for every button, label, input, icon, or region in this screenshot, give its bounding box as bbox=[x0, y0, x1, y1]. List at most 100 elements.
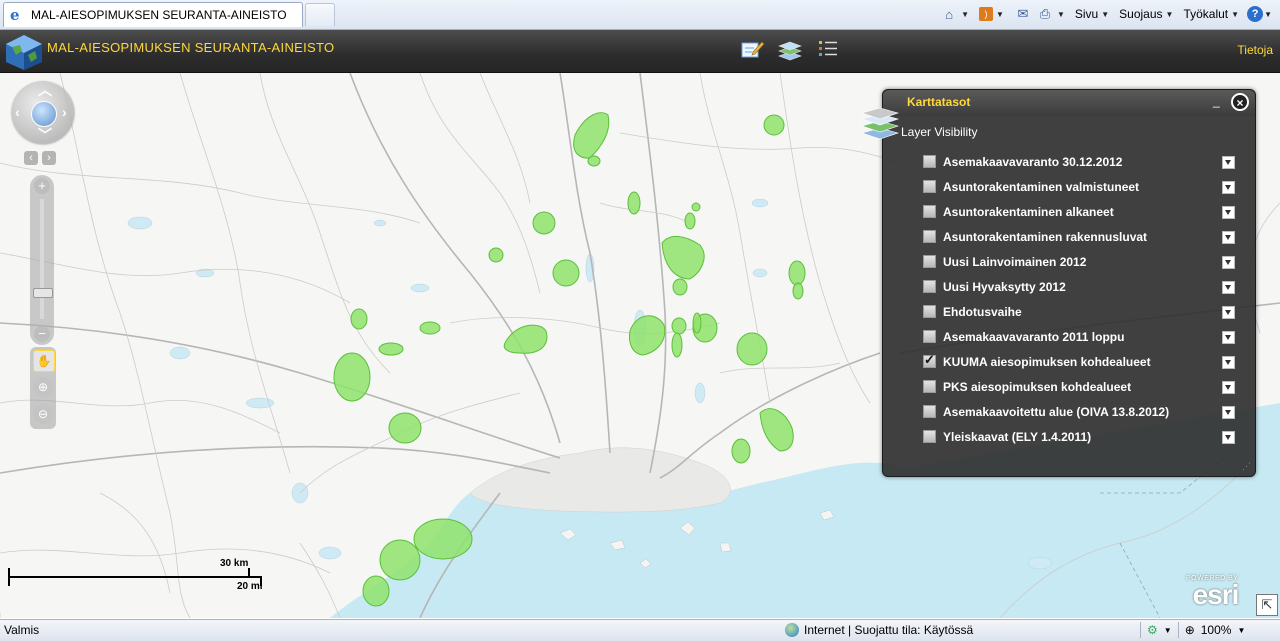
layer-checkbox[interactable] bbox=[923, 405, 936, 418]
panel-subtitle: Layer Visibility bbox=[901, 125, 978, 139]
target-area bbox=[552, 259, 580, 287]
target-area bbox=[627, 191, 641, 215]
pan-right-icon[interactable]: › bbox=[62, 105, 67, 119]
pan-left-icon[interactable]: ‹ bbox=[15, 105, 20, 119]
legend-list-icon[interactable] bbox=[816, 37, 840, 63]
layer-row[interactable]: Yleiskaavat (ELY 1.4.2011) bbox=[923, 424, 1237, 449]
rss-dropdown-icon[interactable]: ▼ bbox=[996, 10, 1004, 19]
layer-options-dropdown-icon[interactable] bbox=[1222, 281, 1235, 294]
home-icon[interactable]: ⌂ bbox=[940, 6, 958, 22]
target-area bbox=[671, 332, 683, 358]
layer-checkbox[interactable] bbox=[923, 305, 936, 318]
layer-row[interactable]: KUUMA aiesopimuksen kohdealueet bbox=[923, 349, 1237, 374]
layer-checkbox[interactable] bbox=[923, 205, 936, 218]
zone-label: Internet | Suojattu tila: Käytössä bbox=[804, 623, 974, 637]
zoom-level[interactable]: 100% bbox=[1201, 623, 1232, 637]
layer-row[interactable]: Asuntorakentaminen rakennusluvat bbox=[923, 224, 1237, 249]
print-dropdown-icon[interactable]: ▼ bbox=[1057, 10, 1065, 19]
layers-icon[interactable] bbox=[778, 37, 802, 63]
new-tab-button[interactable] bbox=[305, 3, 335, 26]
tools-menu-arrow-icon[interactable]: ▼ bbox=[1231, 10, 1239, 19]
safety-menu[interactable]: Suojaus bbox=[1119, 7, 1162, 21]
help-icon[interactable]: ? bbox=[1247, 6, 1264, 22]
close-icon[interactable]: × bbox=[1231, 93, 1249, 111]
print-icon[interactable]: ⎙ bbox=[1036, 6, 1054, 22]
layer-options-dropdown-icon[interactable] bbox=[1222, 356, 1235, 369]
layer-checkbox[interactable] bbox=[923, 330, 936, 343]
layer-checkbox[interactable] bbox=[923, 255, 936, 268]
layer-row[interactable]: Asuntorakentaminen valmistuneet bbox=[923, 174, 1237, 199]
layer-checkbox[interactable] bbox=[923, 430, 936, 443]
tools-menu[interactable]: Työkalut bbox=[1183, 7, 1228, 21]
edit-icon[interactable] bbox=[740, 37, 764, 63]
full-extent-icon[interactable] bbox=[31, 101, 57, 127]
layer-options-dropdown-icon[interactable] bbox=[1222, 256, 1235, 269]
pan-hand-icon[interactable]: ✋ bbox=[33, 350, 55, 372]
layer-checkbox[interactable] bbox=[923, 180, 936, 193]
layer-options-dropdown-icon[interactable] bbox=[1222, 331, 1235, 344]
layer-options-dropdown-icon[interactable] bbox=[1222, 431, 1235, 444]
layer-row[interactable]: Asuntorakentaminen alkaneet bbox=[923, 199, 1237, 224]
layer-options-dropdown-icon[interactable] bbox=[1222, 381, 1235, 394]
zoom-out-icon[interactable]: − bbox=[34, 326, 50, 342]
layer-row[interactable]: Asemakaavavaranto 2011 loppu bbox=[923, 324, 1237, 349]
target-area bbox=[671, 317, 687, 335]
help-dropdown-icon[interactable]: ▼ bbox=[1264, 10, 1272, 19]
layer-options-dropdown-icon[interactable] bbox=[1222, 306, 1235, 319]
scale-bar: 30 km 20 mi bbox=[8, 558, 270, 600]
minimize-icon[interactable]: _ bbox=[1213, 95, 1223, 107]
resize-grip-icon[interactable]: ⋰ bbox=[1242, 461, 1251, 472]
layer-checkbox[interactable] bbox=[923, 155, 936, 168]
layer-checkbox[interactable] bbox=[923, 230, 936, 243]
previous-extent-icon[interactable]: ‹ bbox=[24, 151, 38, 165]
layer-checkbox[interactable] bbox=[923, 380, 936, 393]
layer-name: Uusi Lainvoimainen 2012 bbox=[943, 254, 1087, 269]
pan-down-icon[interactable]: ﹀ bbox=[38, 128, 52, 142]
safety-menu-arrow-icon[interactable]: ▼ bbox=[1166, 10, 1174, 19]
zoom-track[interactable] bbox=[40, 199, 44, 319]
layer-row[interactable]: PKS aiesopimuksen kohdealueet bbox=[923, 374, 1237, 399]
target-area bbox=[532, 211, 556, 235]
layer-row[interactable]: Uusi Hyvaksytty 2012 bbox=[923, 274, 1237, 299]
layer-row[interactable]: Ehdotusvaihe bbox=[923, 299, 1237, 324]
next-extent-icon[interactable]: › bbox=[42, 151, 56, 165]
layer-options-dropdown-icon[interactable] bbox=[1222, 181, 1235, 194]
overview-toggle-icon[interactable]: ⇱ bbox=[1256, 594, 1278, 616]
layer-options-dropdown-icon[interactable] bbox=[1222, 206, 1235, 219]
pan-up-icon[interactable]: ︿ bbox=[38, 83, 52, 97]
target-area bbox=[362, 575, 390, 607]
zoom-out-box-icon[interactable]: ⊖ bbox=[33, 404, 53, 424]
layer-row[interactable]: Asemakaavavaranto 30.12.2012 bbox=[923, 149, 1237, 174]
home-dropdown-icon[interactable]: ▼ bbox=[961, 10, 969, 19]
layer-options-dropdown-icon[interactable] bbox=[1222, 231, 1235, 244]
layer-row[interactable]: Asemakaavoitettu alue (OIVA 13.8.2012) bbox=[923, 399, 1237, 424]
about-link[interactable]: Tietoja bbox=[1237, 43, 1273, 57]
browser-tab[interactable]: e MAL-AIESOPIMUKSEN SEURANTA-AINEISTO bbox=[3, 2, 303, 27]
layer-options-dropdown-icon[interactable] bbox=[1222, 156, 1235, 169]
zoom-slider[interactable]: + − bbox=[30, 175, 54, 345]
layer-name: Uusi Hyvaksytty 2012 bbox=[943, 279, 1066, 294]
page-menu-arrow-icon[interactable]: ▼ bbox=[1101, 10, 1109, 19]
page-menu[interactable]: Sivu bbox=[1075, 7, 1098, 21]
security-dropdown-icon[interactable]: ▼ bbox=[1164, 626, 1172, 635]
target-area bbox=[692, 312, 702, 334]
security-zone[interactable]: Internet | Suojattu tila: Käytössä bbox=[785, 623, 973, 637]
mail-icon[interactable]: ✉ bbox=[1014, 6, 1032, 22]
panel-header[interactable]: Karttatasot _ × bbox=[883, 90, 1255, 116]
target-area bbox=[792, 282, 804, 300]
layer-name: Yleiskaavat (ELY 1.4.2011) bbox=[943, 429, 1092, 444]
zoom-in-icon[interactable]: + bbox=[34, 178, 50, 194]
pan-navigation[interactable]: ︿ ‹ › ﹀ bbox=[12, 82, 74, 144]
zoom-thumb[interactable] bbox=[33, 288, 53, 298]
zoom-magnifier-icon[interactable]: ⊕ bbox=[1185, 623, 1195, 637]
target-area bbox=[573, 112, 610, 159]
layer-checkbox[interactable] bbox=[923, 352, 936, 368]
browser-toolbar: e MAL-AIESOPIMUKSEN SEURANTA-AINEISTO ⌂ … bbox=[0, 0, 1280, 30]
zoom-dropdown-icon[interactable]: ▼ bbox=[1237, 626, 1245, 635]
rss-feed-icon[interactable]: ) bbox=[979, 7, 994, 21]
security-icon[interactable]: ⚙ bbox=[1147, 623, 1158, 637]
layer-options-dropdown-icon[interactable] bbox=[1222, 406, 1235, 419]
zoom-in-box-icon[interactable]: ⊕ bbox=[33, 377, 53, 397]
layer-checkbox[interactable] bbox=[923, 280, 936, 293]
layer-row[interactable]: Uusi Lainvoimainen 2012 bbox=[923, 249, 1237, 274]
